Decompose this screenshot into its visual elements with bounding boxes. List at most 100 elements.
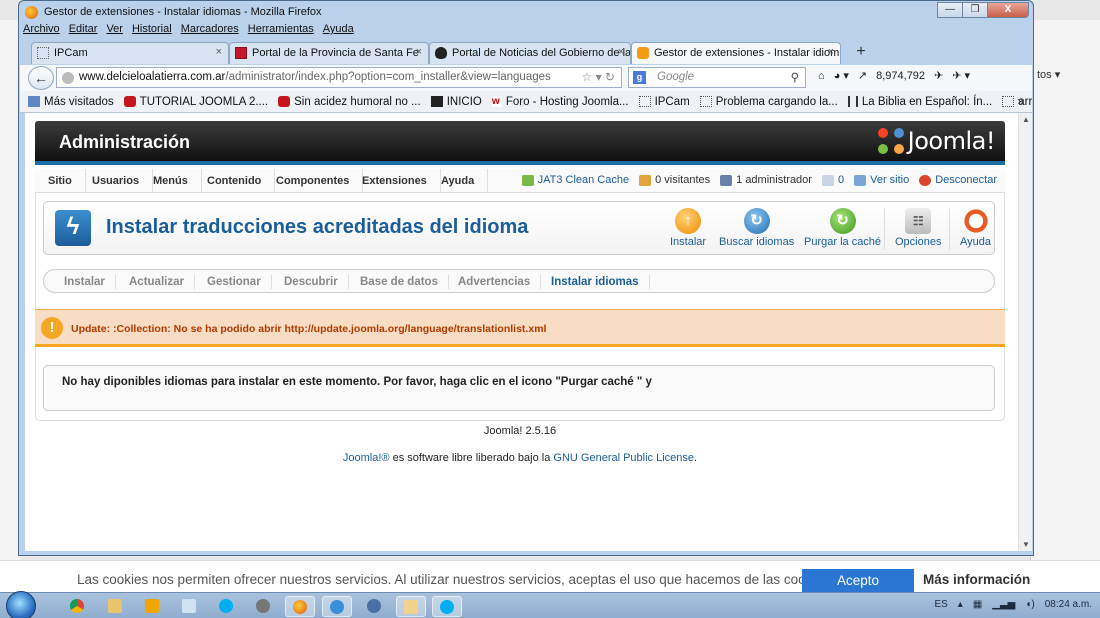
help-button[interactable]: Ayuda: [960, 208, 991, 248]
menu-herramientas[interactable]: Herramientas: [248, 23, 314, 41]
tab-santa-fe[interactable]: Portal de la Provincia de Santa Fe ×: [229, 42, 429, 64]
bookmarks-overflow-icon[interactable]: »: [1017, 94, 1024, 108]
taskbar-explorer[interactable]: [100, 596, 130, 617]
bookmark-item[interactable]: Más visitados: [28, 96, 114, 108]
menu-historial[interactable]: Historial: [132, 23, 172, 41]
subtab-gestionar[interactable]: Gestionar: [197, 275, 272, 289]
accept-cookies-button[interactable]: Acepto: [802, 569, 914, 592]
dotted-page-icon: [699, 96, 712, 107]
volume-icon[interactable]: ◖): [1025, 599, 1034, 610]
gpl-link[interactable]: GNU General Public License: [553, 452, 694, 464]
info-message-box: No hay diponibles idiomas para instalar …: [43, 365, 995, 411]
menu-ayuda[interactable]: Ayuda: [428, 169, 489, 193]
menu-editar[interactable]: Editar: [69, 23, 98, 41]
menu-ayuda[interactable]: Ayuda: [323, 23, 354, 41]
clean-cache-link[interactable]: JAT3 Clean Cache: [521, 174, 629, 186]
more-info-link[interactable]: Más información: [923, 572, 1030, 587]
taskbar-firefox[interactable]: [285, 596, 315, 617]
subtab-actualizar[interactable]: Actualizar: [119, 275, 195, 289]
subtab-base-de-datos[interactable]: Base de datos: [350, 275, 449, 289]
tab-ipcam[interactable]: IPCam ×: [31, 42, 229, 64]
logout-icon: [919, 174, 932, 186]
bookmark-star-icon[interactable]: ☆ ▾ ↻: [581, 70, 615, 84]
taskbar-chrome[interactable]: [62, 596, 92, 617]
menu-ver[interactable]: Ver: [106, 23, 123, 41]
purge-icon: ↻: [829, 208, 856, 234]
subtab-instalar-idiomas[interactable]: Instalar idiomas: [541, 275, 650, 289]
admin-menu: Sitio Usuarios Menús Contenido Component…: [35, 169, 1005, 193]
start-button[interactable]: [6, 591, 36, 618]
bookmark-item[interactable]: Sin acidez humoral no ...: [278, 96, 421, 108]
minimize-button[interactable]: —: [937, 2, 963, 18]
tab-noticias[interactable]: Portal de Noticias del Gobierno de la ..…: [429, 42, 631, 64]
language-indicator[interactable]: ES: [934, 599, 947, 610]
extension-icon[interactable]: ✈: [934, 69, 943, 82]
taskbar-media[interactable]: [137, 596, 167, 617]
joomla-icon: [637, 47, 649, 59]
bookmark-item[interactable]: La Biblia en Español: Ín...: [847, 96, 992, 108]
subtab-advertencias[interactable]: Advertencias: [448, 275, 542, 289]
find-languages-button[interactable]: ↻ Buscar idiomas: [719, 208, 794, 248]
taskbar-ie[interactable]: [322, 596, 352, 617]
install-button[interactable]: ↑ Instalar: [670, 208, 706, 248]
logout-label: Desconectar: [935, 174, 997, 186]
bookmark-item[interactable]: INICIO: [430, 96, 482, 108]
menu-archivo[interactable]: Archivo: [23, 23, 60, 41]
counter-icon[interactable]: ↗: [858, 69, 867, 82]
folder-icon: [404, 600, 418, 614]
maximize-button[interactable]: ❐: [962, 2, 988, 18]
menu-marcadores[interactable]: Marcadores: [181, 23, 239, 41]
media-player-icon: [145, 599, 159, 613]
taskbar-network[interactable]: [359, 596, 389, 617]
view-site-link[interactable]: Ver sitio: [854, 174, 909, 186]
license-footer: Joomla!® es software libre liberado bajo…: [25, 452, 1015, 464]
options-button[interactable]: ☷ Opciones: [895, 208, 941, 248]
addon-icon[interactable]: ◕ ▾: [834, 69, 849, 82]
tray-arrow-icon[interactable]: ▴: [958, 599, 963, 610]
close-icon[interactable]: ×: [828, 46, 834, 58]
tab-gestor-extensiones[interactable]: Gestor de extensiones - Instalar idiom..…: [631, 42, 841, 64]
subtab-descubrir[interactable]: Descubrir: [274, 275, 349, 289]
url-bar[interactable]: www.delcieloalatierra.com.ar/administrat…: [56, 67, 622, 88]
bookmark-item[interactable]: Problema cargando la...: [699, 96, 838, 108]
bookmark-item[interactable]: IPCam: [638, 96, 690, 108]
dotted-page-icon: [37, 47, 49, 59]
vertical-scrollbar[interactable]: ▲ ▼: [1018, 113, 1032, 551]
install-label: Instalar: [670, 236, 707, 248]
warning-icon: !: [41, 317, 63, 339]
scroll-up-icon[interactable]: ▲: [1022, 115, 1030, 124]
messages-status[interactable]: 0: [821, 174, 844, 186]
network-tray-icon[interactable]: ▦: [973, 599, 982, 610]
purge-cache-button[interactable]: ↻ Purgar la caché: [804, 208, 881, 248]
search-placeholder: Google: [657, 71, 695, 83]
taskbar-skype[interactable]: [211, 596, 241, 617]
search-icon[interactable]: ⚲: [791, 70, 799, 84]
bookmark-item[interactable]: w Foro - Hosting Joomla...: [491, 96, 629, 108]
search-input[interactable]: g Google ⚲: [628, 67, 806, 88]
admin-title: Administración: [59, 132, 191, 152]
taskbar-notepad[interactable]: [174, 596, 204, 617]
extension2-icon[interactable]: ✈ ▾: [952, 69, 970, 82]
joomla-link[interactable]: Joomla!®: [343, 452, 390, 464]
clock[interactable]: 08:24 a.m.: [1045, 599, 1092, 610]
menu-menus[interactable]: Menús: [140, 169, 202, 193]
chrome-icon: [70, 599, 84, 613]
logout-link[interactable]: Desconectar: [919, 174, 997, 186]
close-icon[interactable]: ×: [416, 46, 422, 58]
taskbar-skype2[interactable]: [432, 596, 462, 617]
scroll-down-icon[interactable]: ▼: [1022, 540, 1030, 549]
bookmark-item[interactable]: TUTORIAL JOOMLA 2....: [123, 96, 268, 108]
bookmark-label: Sin acidez humoral no ...: [294, 95, 421, 108]
taskbar-app[interactable]: [248, 596, 278, 617]
new-tab-button[interactable]: +: [851, 43, 871, 63]
purge-label: Purgar la caché: [804, 236, 882, 248]
back-button[interactable]: ←: [28, 66, 54, 90]
close-icon[interactable]: ×: [618, 46, 624, 58]
signal-icon[interactable]: ▁▃▅: [992, 599, 1015, 610]
taskbar-folder[interactable]: [396, 596, 426, 617]
subtab-instalar[interactable]: Instalar: [54, 275, 116, 289]
page-toolbar: ϟ Instalar traducciones acreditadas del …: [43, 201, 995, 255]
home-icon[interactable]: ⌂: [818, 70, 825, 82]
close-icon[interactable]: ×: [216, 46, 222, 58]
close-window-button[interactable]: X: [987, 2, 1029, 18]
